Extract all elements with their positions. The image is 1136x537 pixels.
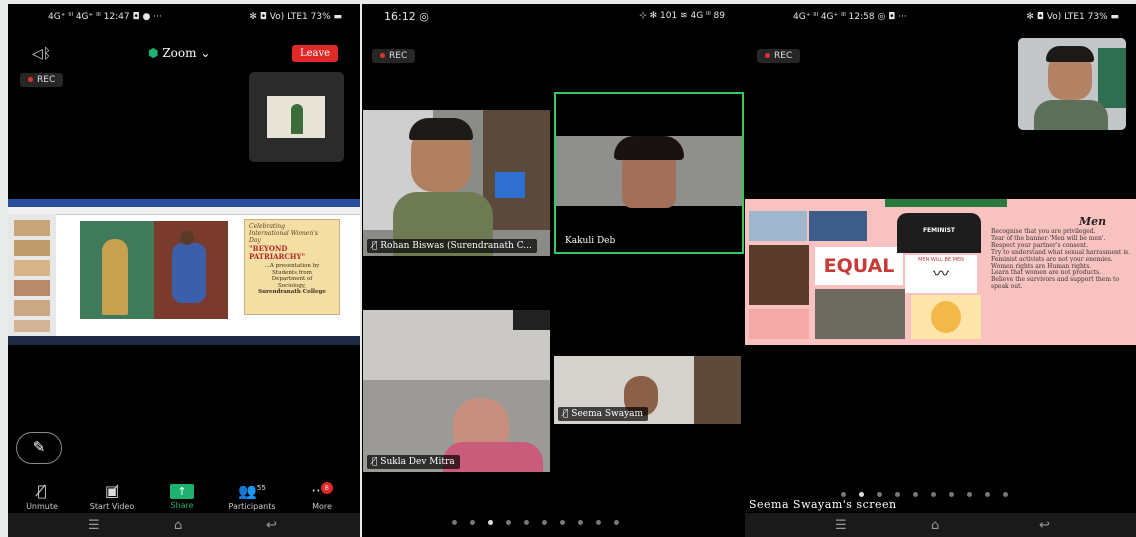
speaker-bluetooth-icon[interactable]: ◁ᛒ [32,46,51,62]
slide-title-line: Day [249,237,261,244]
control-label: Unmute [26,502,58,511]
pencil-icon: ✎ [32,438,46,456]
status-bar-right: ✻ ◘ Vo) LTE1 73% ▬ [249,12,342,22]
meeting-name: Zoom [162,46,197,60]
screen-share-label: Seema Swayam's screen [749,498,897,511]
rec-label: REC [37,75,56,85]
home-icon[interactable]: ⌂ [174,518,182,533]
rec-indicator: REC [757,49,801,63]
participant-name: 🎙̸ Sukla Dev Mitra [367,455,460,469]
mic-muted-icon: 🎙̸ [372,457,378,467]
participant-name: Kakuli Deb [565,236,616,246]
status-bar-left: 4G⁺ ᴵˡˡ 4G⁺ ᴵˡˡ 12:58 ◎ ◘ ··· [793,12,907,22]
slide-image: MEN WILL BE MEN 〰 [905,255,977,293]
shared-presentation: Celebrating International Women's Day "B… [8,199,360,345]
annotate-pencil-button[interactable]: ✎ [16,432,62,464]
whatsapp-icon: ◎ [419,10,429,23]
participant-name-text: Sukla Dev Mitra [380,457,455,467]
chevron-down-icon: ⌄ [200,46,211,60]
slide-image: FEMINIST [897,213,981,253]
rec-label: REC [389,51,408,61]
rec-dot-icon [765,53,770,58]
participant-count: 55 [256,484,266,492]
taskbar [8,336,360,345]
control-label: Start Video [89,502,135,511]
participant-tile[interactable]: 🎙̸ Seema Swayam [554,356,741,424]
android-nav-bar: ☰ ⌂ ↩ [745,513,1136,537]
slide-image [815,289,905,339]
page-indicator[interactable] [841,492,1008,497]
slide-image [749,245,809,305]
slide-bullet-list: Recognise that you are privileged. Tear … [991,228,1133,291]
participants-icon: 👥 [238,482,257,500]
start-video-button[interactable]: ▣̸ Start Video [82,482,142,511]
slide-title-line: International Women's [249,230,318,237]
slide-heading: Men [1079,215,1107,228]
leave-button[interactable]: Leave [292,45,339,62]
rec-indicator: REC [372,49,416,63]
rec-dot-icon [380,53,385,58]
slide-image [749,211,807,241]
mic-off-icon: 🎙̸ [37,482,47,500]
self-video-thumbnail [267,96,325,138]
slide-title-line: Celebrating [249,223,285,230]
mic-muted-icon: 🎙̸ [372,241,378,251]
home-icon[interactable]: ⌂ [931,518,939,533]
control-label: Participants [228,502,276,511]
slide-artwork [80,221,228,319]
recents-icon[interactable]: ☰ [88,518,100,533]
participant-tile[interactable]: 🎙̸ Rohan Biswas (Surendranath C... [363,110,550,256]
status-bar-time: 16:12 ◎ [384,10,429,23]
status-bar-right: ⊹ ✻ 101 ≋ 4G ᴵˡˡ 89 [639,11,725,21]
mic-muted-icon: 🎙̸ [563,409,569,419]
slide-image [809,211,867,241]
more-button[interactable]: ·· 8 More [292,482,352,511]
participant-name-text: Rohan Biswas (Surendranath C... [380,241,532,251]
meeting-title[interactable]: ⬢ Zoom ⌄ [148,46,210,60]
slide-thumbnails [8,214,56,336]
rec-dot-icon [28,77,33,82]
participant-tile[interactable]: 🎙̸ Sukla Dev Mitra [363,310,550,472]
self-view-tile[interactable] [249,72,344,162]
mustache-icon: 〰 [932,264,949,283]
status-bar-left: 4G⁺ ᴵˡˡ 4G⁺ ᴵˡˡ 12:47 ◘ ● ··· [48,12,162,22]
slide-title-scroll: Celebrating International Women's Day "B… [244,219,340,315]
participant-name: 🎙̸ Seema Swayam [558,407,649,421]
slide-subtitle-line: Surendranath College [258,289,326,295]
participant-name-text: Seema Swayam [571,409,644,419]
recents-icon[interactable]: ☰ [835,518,847,533]
status-time: 16:12 [384,10,416,23]
control-label: Share [170,501,194,510]
share-icon: ↑ [170,484,194,499]
slide-image [911,295,981,339]
slide-image [749,309,809,339]
video-off-icon: ▣̸ [104,482,120,500]
participants-button[interactable]: 👥55 Participants [222,482,282,511]
android-nav-bar: ☰ ⌂ ↩ [8,513,360,537]
zoom-meeting-screen-3: 4G⁺ ᴵˡˡ 4G⁺ ᴵˡˡ 12:58 ◎ ◘ ··· ✻ ◘ Vo) LT… [745,4,1136,537]
control-label: More [312,502,332,511]
notification-badge: 8 [320,482,333,494]
equal-graphic: EQUAL [815,247,903,285]
page-indicator[interactable] [452,520,619,525]
rec-indicator: REC [20,73,64,87]
active-speaker-tile[interactable]: Kakuli Deb [554,92,744,254]
back-icon[interactable]: ↩ [1039,518,1050,533]
back-icon[interactable]: ↩ [266,518,277,533]
rec-label: REC [774,51,793,61]
share-button[interactable]: ↑ Share [152,482,212,510]
zoom-meeting-screen-1: 4G⁺ ᴵˡˡ 4G⁺ ᴵˡˡ 12:47 ◘ ● ··· ✻ ◘ Vo) LT… [8,4,360,537]
shield-check-icon: ⬢ [148,46,159,60]
slide-bullet: Believe the survivors and support them t… [991,276,1119,291]
self-view-tile[interactable] [1018,38,1126,130]
zoom-meeting-screen-2: 16:12 ◎ ⊹ ✻ 101 ≋ 4G ᴵˡˡ 89 REC 🎙̸ Rohan… [362,4,745,537]
participant-name: 🎙̸ Rohan Biswas (Surendranath C... [367,239,537,253]
status-bar-right: ✻ ◘ Vo) LTE1 73% ▬ [1026,12,1119,22]
slide-headline: "BEYOND PATRIARCHY" [249,244,306,261]
more-icon: ·· [311,482,321,500]
unmute-button[interactable]: 🎙̸ Unmute [12,482,72,511]
shirt-text: FEMINIST [922,227,956,234]
shared-presentation: EQUAL FEMINIST MEN WILL BE MEN 〰 Men Rec… [745,199,1136,345]
